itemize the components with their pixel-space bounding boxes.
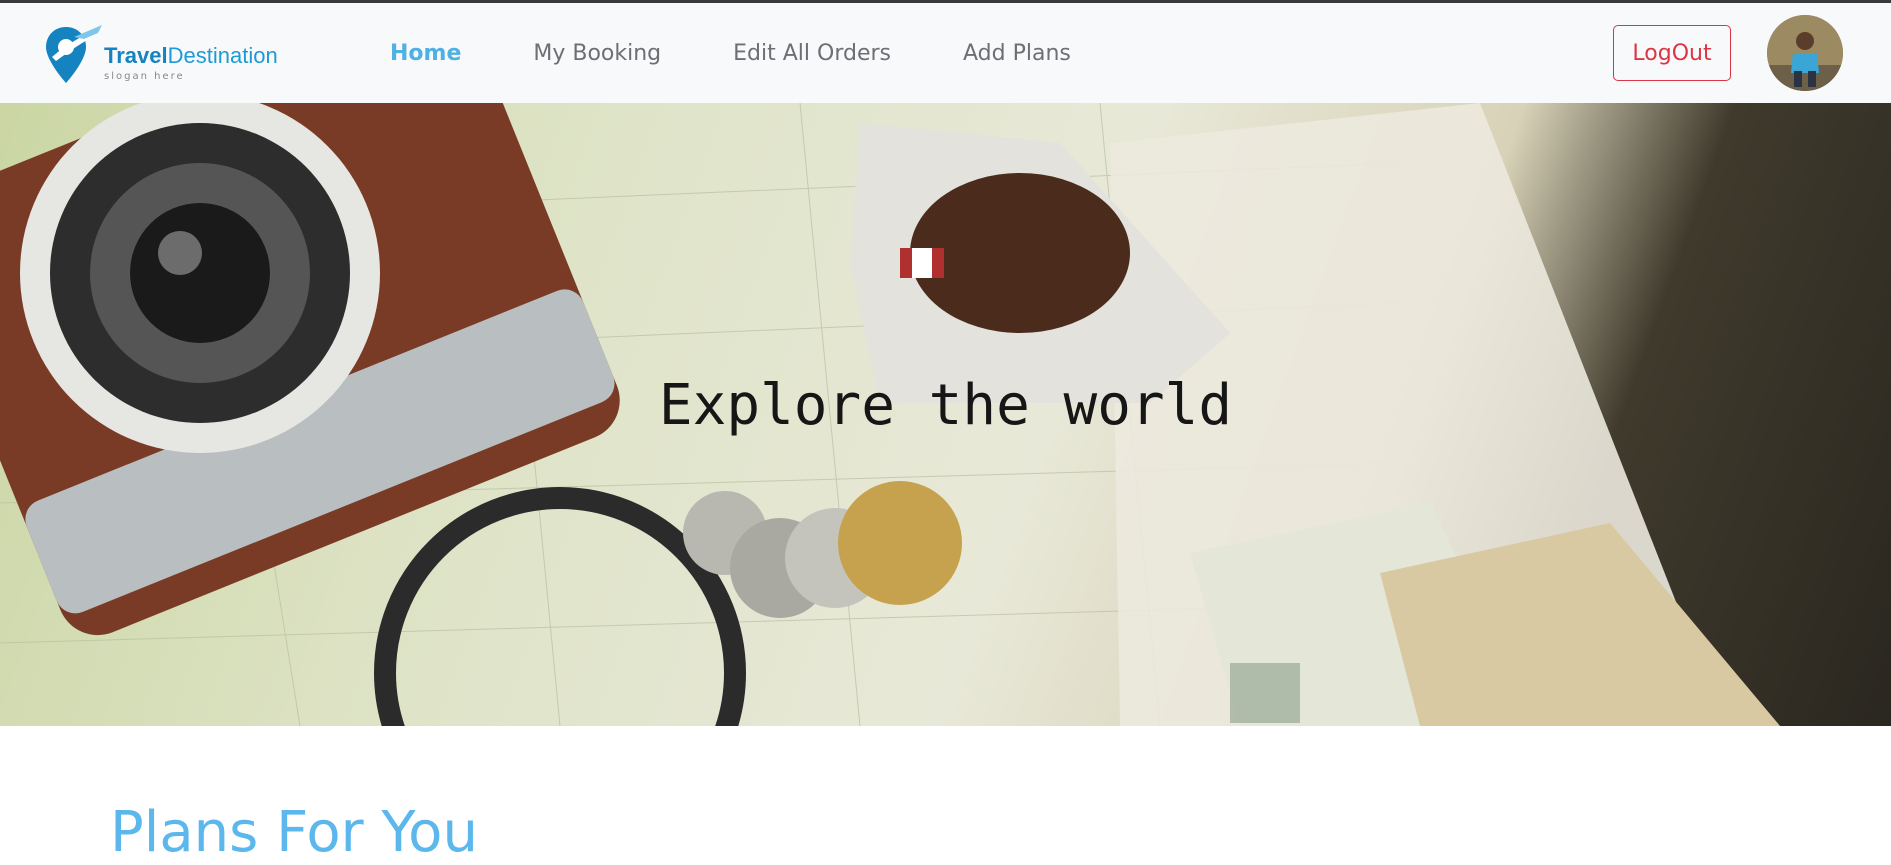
brand-logo[interactable]: TravelDestination slogan here bbox=[44, 21, 294, 91]
person-photo-icon bbox=[1767, 15, 1843, 91]
navbar: TravelDestination slogan here Home My Bo… bbox=[0, 3, 1891, 103]
logout-button[interactable]: LogOut bbox=[1613, 25, 1731, 81]
plans-section-title: Plans For You bbox=[110, 800, 478, 865]
nav-home[interactable]: Home bbox=[390, 41, 461, 66]
brand-slogan: slogan here bbox=[104, 71, 185, 82]
hero-banner: Explore the world bbox=[0, 103, 1891, 726]
hero-title: Explore the world bbox=[658, 373, 1233, 438]
nav-add-plans[interactable]: Add Plans bbox=[963, 41, 1071, 66]
location-plane-logo-icon bbox=[46, 25, 104, 83]
nav-my-booking[interactable]: My Booking bbox=[533, 41, 661, 66]
nav-links: Home My Booking Edit All Orders Add Plan… bbox=[390, 3, 1143, 103]
brand-name: TravelDestination bbox=[104, 43, 278, 68]
nav-edit-all-orders[interactable]: Edit All Orders bbox=[733, 41, 891, 66]
user-avatar[interactable] bbox=[1767, 15, 1843, 91]
